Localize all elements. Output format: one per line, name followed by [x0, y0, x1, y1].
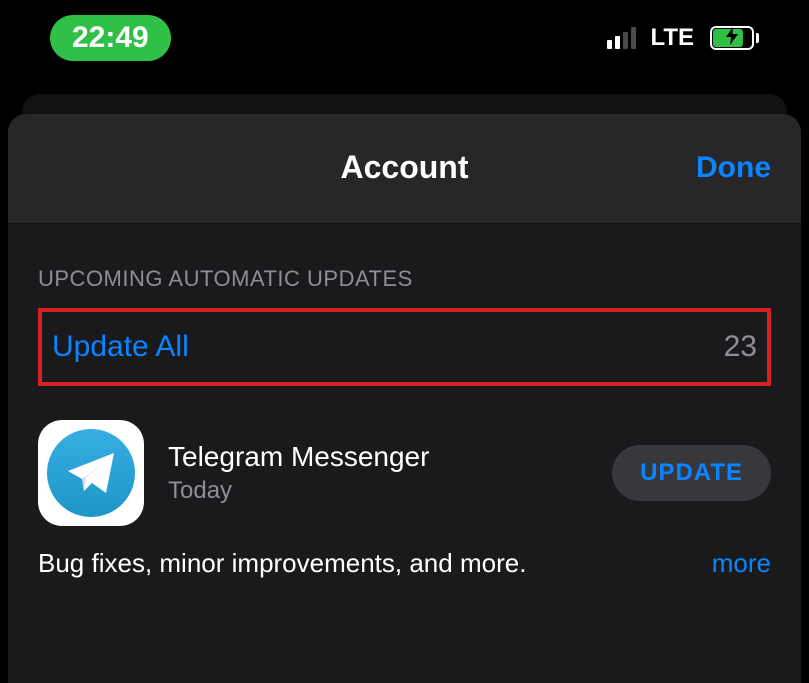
network-label: LTE: [650, 24, 694, 52]
status-bar: 22:49 LTE: [0, 0, 809, 80]
release-notes-row: Bug fixes, minor improvements, and more.…: [38, 544, 771, 599]
status-indicators: LTE: [607, 24, 759, 52]
account-sheet: Account Done UPCOMING AUTOMATIC UPDATES …: [8, 114, 801, 683]
navigation-bar: Account Done: [8, 114, 801, 222]
release-notes: Bug fixes, minor improvements, and more.: [38, 548, 526, 579]
update-all-button[interactable]: Update All: [52, 330, 189, 364]
section-header: UPCOMING AUTOMATIC UPDATES: [38, 266, 771, 292]
app-icon-telegram[interactable]: [38, 420, 144, 526]
update-count: 23: [724, 330, 757, 364]
charging-icon: [726, 27, 738, 49]
app-date: Today: [168, 477, 588, 505]
done-button[interactable]: Done: [696, 151, 771, 185]
more-button[interactable]: more: [712, 548, 771, 579]
status-time[interactable]: 22:49: [50, 15, 171, 61]
app-row[interactable]: Telegram Messenger Today UPDATE: [38, 410, 771, 544]
update-all-row[interactable]: Update All 23: [38, 308, 771, 386]
content-area: UPCOMING AUTOMATIC UPDATES Update All 23…: [8, 222, 801, 599]
signal-icon: [607, 27, 636, 49]
page-title: Account: [341, 149, 469, 186]
app-info: Telegram Messenger Today: [168, 441, 588, 505]
update-button[interactable]: UPDATE: [612, 445, 771, 501]
app-name: Telegram Messenger: [168, 441, 588, 473]
battery-icon: [710, 26, 759, 50]
telegram-icon: [47, 429, 135, 517]
